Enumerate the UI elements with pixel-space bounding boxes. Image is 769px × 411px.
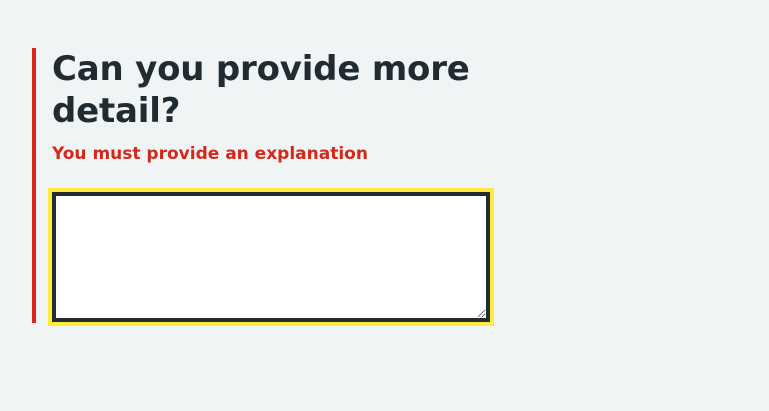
question-title: Can you provide more detail?: [52, 49, 470, 131]
error-message: You must provide an explanation: [52, 144, 368, 164]
question-form-group: Can you provide more detail? You must pr…: [32, 48, 502, 326]
textarea-focus-ring: [48, 188, 494, 326]
detail-textarea[interactable]: [52, 192, 490, 322]
